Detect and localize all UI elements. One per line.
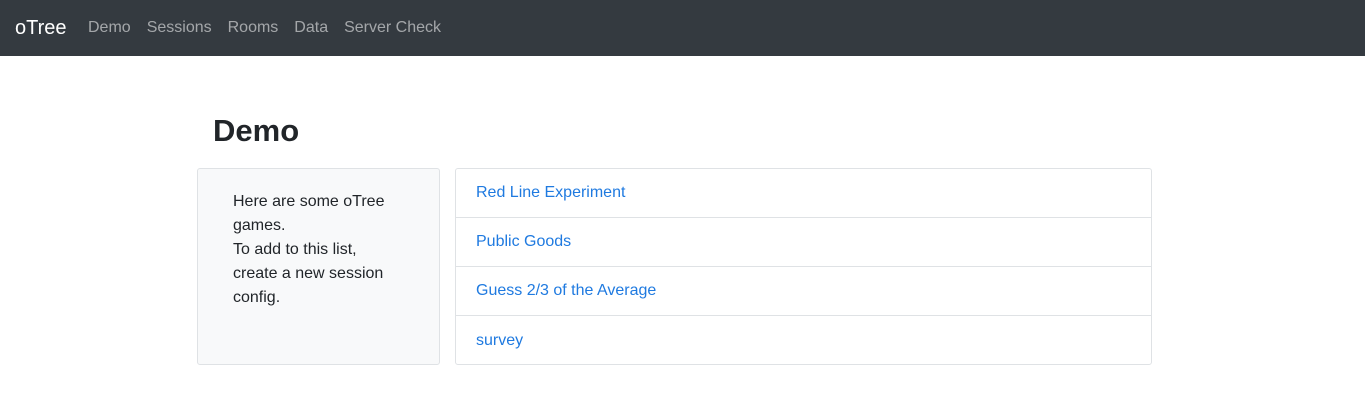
nav-item-rooms: Rooms: [220, 0, 287, 56]
info-text-line: Here are some oTree: [233, 193, 385, 210]
info-text-line: create a new session: [233, 265, 384, 282]
nav-link-server-check[interactable]: Server Check: [336, 0, 449, 56]
nav-item-demo: Demo: [80, 0, 139, 56]
nav-item-sessions: Sessions: [139, 0, 220, 56]
session-config-link-guess-two-thirds[interactable]: Guess 2/3 of the Average: [476, 282, 656, 300]
nav-item-server-check: Server Check: [336, 0, 449, 56]
list-item: Public Goods: [456, 218, 1151, 267]
nav-link-rooms[interactable]: Rooms: [220, 0, 287, 56]
nav-item-data: Data: [286, 0, 336, 56]
info-text-line: To add to this list,: [233, 241, 357, 258]
session-config-link-public-goods[interactable]: Public Goods: [476, 233, 571, 251]
page-title: Demo: [213, 113, 300, 148]
list-item: Guess 2/3 of the Average: [456, 267, 1151, 316]
session-config-list: Red Line Experiment Public Goods Guess 2…: [455, 168, 1152, 365]
nav-link-data[interactable]: Data: [286, 0, 336, 56]
top-navbar: oTree Demo Sessions Rooms Data Server Ch…: [0, 0, 1365, 56]
info-text-line: config.: [233, 289, 281, 306]
nav-link-demo[interactable]: Demo: [80, 0, 139, 56]
session-config-link-survey[interactable]: survey: [476, 332, 523, 350]
nav-menu: Demo Sessions Rooms Data Server Check: [80, 0, 449, 56]
list-item: Red Line Experiment: [456, 169, 1151, 218]
brand-link[interactable]: oTree: [15, 0, 67, 56]
info-card: Here are some oTree games. To add to thi…: [197, 168, 440, 365]
info-text-line: games.: [233, 217, 286, 234]
nav-link-sessions[interactable]: Sessions: [139, 0, 220, 56]
session-config-link-red-line-experiment[interactable]: Red Line Experiment: [476, 184, 625, 202]
list-item: survey: [456, 316, 1151, 365]
